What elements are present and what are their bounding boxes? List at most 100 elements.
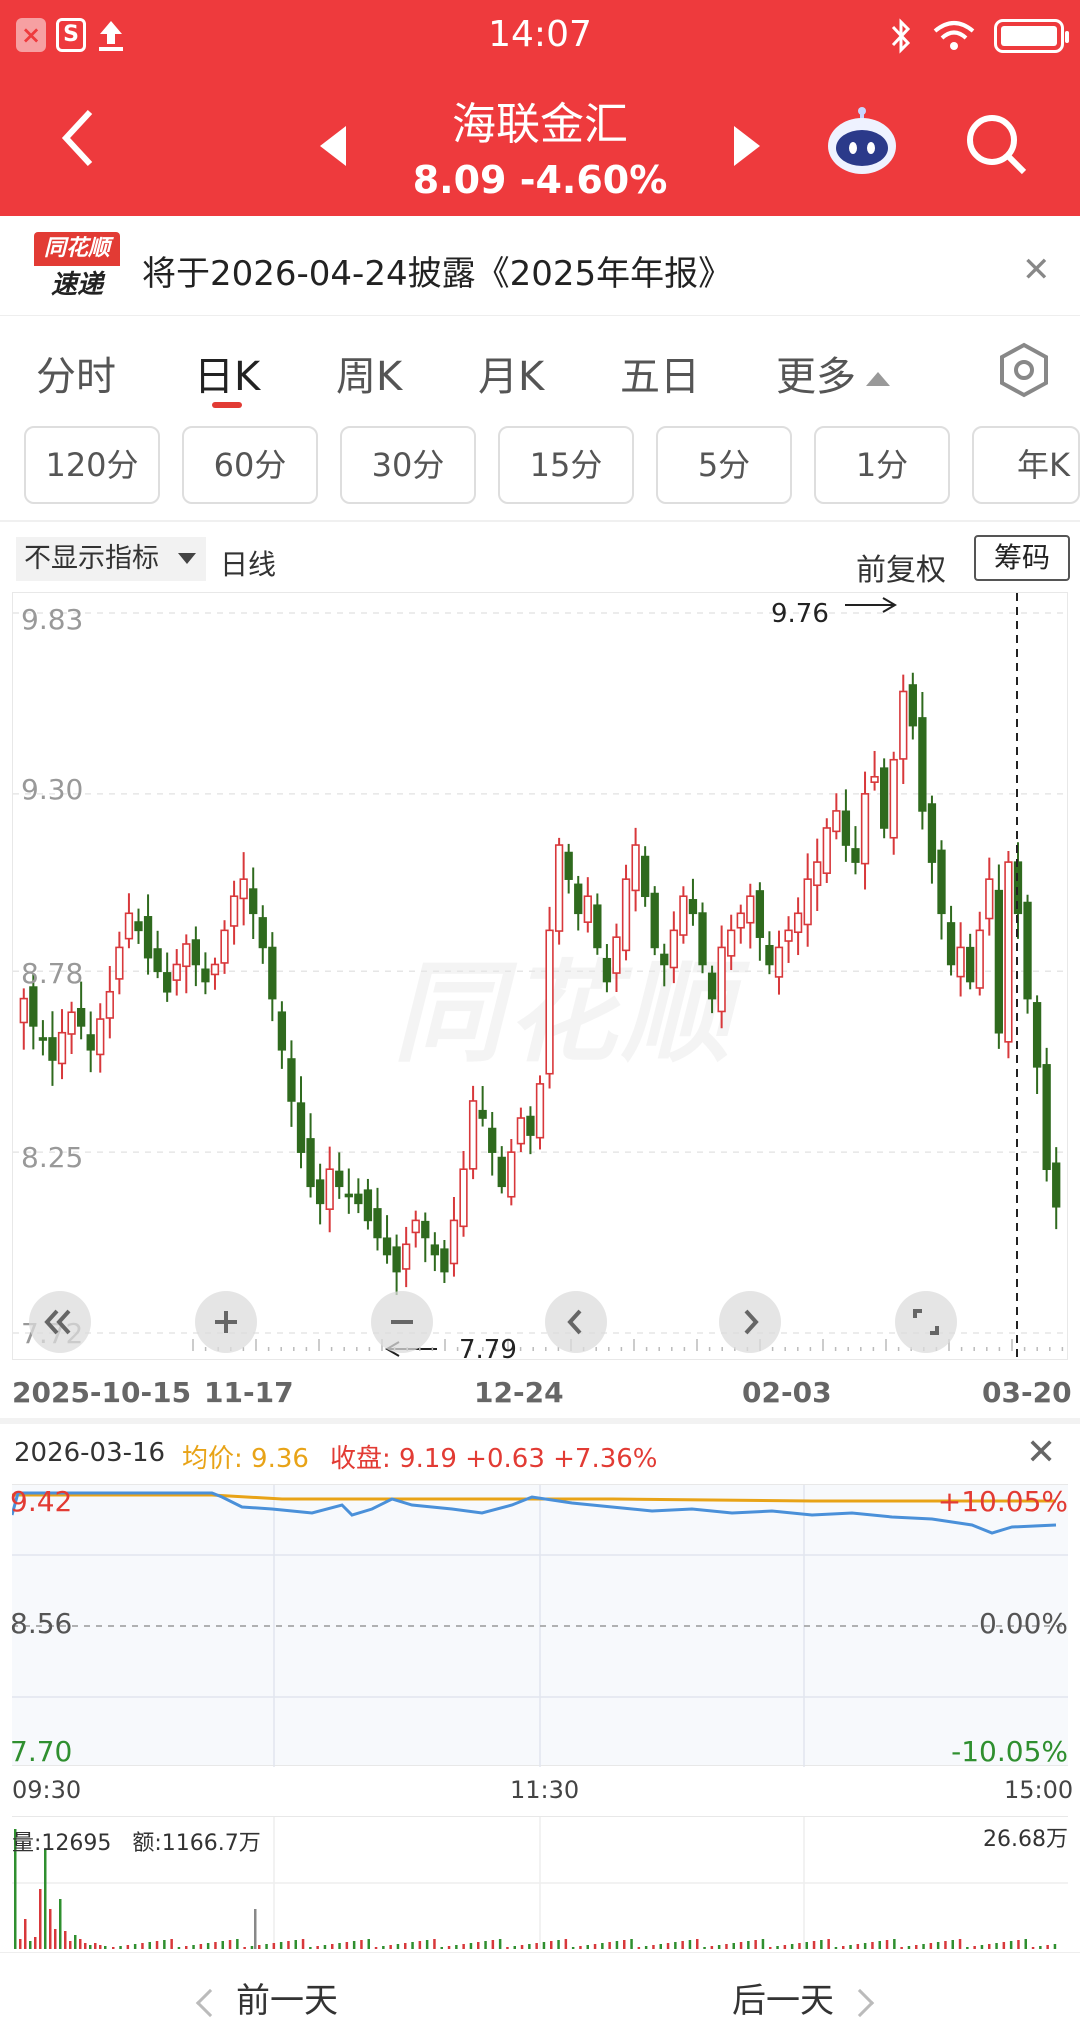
volume-text: 量:12695 额:1166.7万 bbox=[12, 1825, 261, 1857]
volume-bar bbox=[64, 1931, 67, 1949]
volume-bar bbox=[783, 1945, 787, 1949]
search-icon[interactable] bbox=[964, 112, 1028, 176]
period-chip[interactable]: 30分 bbox=[340, 426, 476, 504]
period-chip[interactable]: 60分 bbox=[182, 426, 318, 504]
volume-bar bbox=[579, 1946, 582, 1949]
volume-bar bbox=[688, 1940, 692, 1949]
candle bbox=[994, 889, 1004, 1034]
candle bbox=[899, 690, 908, 760]
detail-info-row: 2026-03-16 均价: 9.36 收盘: 9.19 +0.63 +7.36… bbox=[0, 1432, 1080, 1476]
candle bbox=[105, 990, 114, 1019]
volume-bar bbox=[491, 1940, 495, 1949]
candle bbox=[306, 1138, 315, 1188]
next-day-button[interactable]: 后一天 bbox=[732, 1973, 875, 2022]
candle bbox=[153, 948, 162, 973]
period-chip[interactable]: 年K bbox=[972, 426, 1080, 504]
detail-close-icon[interactable]: ✕ bbox=[1026, 1432, 1056, 1473]
fullscreen-button[interactable] bbox=[895, 1291, 957, 1353]
candle bbox=[535, 1083, 545, 1139]
candle bbox=[182, 943, 191, 968]
notice-banner[interactable]: 同花顺 速递 将于2026-04-24披露《2025年年报》 ✕ bbox=[0, 216, 1080, 316]
candle bbox=[268, 946, 277, 1000]
price-mid: 8.56 bbox=[10, 1607, 73, 1640]
candle bbox=[392, 1246, 401, 1273]
volume-bar bbox=[155, 1941, 159, 1949]
next-stock-icon[interactable] bbox=[734, 126, 760, 166]
candle bbox=[516, 1117, 526, 1145]
volume-bar bbox=[418, 1941, 422, 1949]
period-chip[interactable]: 1分 bbox=[814, 426, 950, 504]
volume-bar bbox=[141, 1943, 144, 1949]
volume-bar bbox=[1039, 1946, 1042, 1949]
candle bbox=[1023, 901, 1032, 1000]
scroll-start-button[interactable] bbox=[29, 1291, 91, 1353]
caret-up-icon bbox=[866, 372, 890, 386]
period-chip[interactable]: 15分 bbox=[498, 426, 634, 504]
volume-bar bbox=[49, 1909, 52, 1949]
prev-day-button[interactable]: 前一天 bbox=[195, 1973, 338, 2022]
time-label: 09:30 bbox=[12, 1776, 82, 1804]
adjust-toggle[interactable]: 前复权 bbox=[856, 545, 946, 589]
volume-bar bbox=[74, 1935, 77, 1949]
tab-weekly-k[interactable]: 周K bbox=[336, 344, 402, 402]
tab-daily-k[interactable]: 日K bbox=[194, 344, 260, 402]
volume-bar bbox=[133, 1944, 137, 1949]
volume-bar bbox=[907, 1946, 911, 1949]
volume-bar bbox=[506, 1947, 509, 1949]
volume-bar bbox=[214, 1942, 217, 1949]
robot-assistant-icon[interactable] bbox=[822, 106, 902, 176]
candle bbox=[57, 1031, 67, 1065]
volume-bar bbox=[637, 1947, 641, 1949]
candle bbox=[870, 775, 879, 783]
candle bbox=[784, 929, 793, 942]
detail-avg-price: 均价: 9.36 bbox=[182, 1444, 309, 1474]
volume-bar bbox=[900, 1947, 903, 1949]
indicator-select[interactable]: 不显示指标 bbox=[16, 537, 206, 581]
tab-intraday[interactable]: 分时 bbox=[36, 344, 116, 402]
candle bbox=[918, 717, 927, 812]
notice-close-icon[interactable]: ✕ bbox=[1022, 250, 1051, 290]
candle bbox=[468, 1100, 478, 1170]
tab-more[interactable]: 更多 bbox=[776, 344, 890, 402]
volume-bar bbox=[236, 1939, 239, 1949]
volume-bar bbox=[206, 1943, 210, 1949]
period-chip[interactable]: 120分 bbox=[24, 426, 160, 504]
volume-bar bbox=[542, 1942, 546, 1949]
candle bbox=[545, 929, 554, 1075]
volume-bar bbox=[681, 1941, 684, 1949]
chip-distribution-button[interactable]: 筹码 bbox=[974, 535, 1070, 581]
volume-bar bbox=[615, 1941, 619, 1949]
zoom-in-button[interactable] bbox=[195, 1291, 257, 1353]
kline-chart[interactable]: 同花顺 9.83 9.30 8.78 8.25 7.72 9.76 7.79 bbox=[12, 592, 1069, 1365]
stock-price-change: 8.09 -4.60% bbox=[412, 158, 668, 202]
zoom-out-button[interactable] bbox=[371, 1291, 433, 1353]
volume-bar bbox=[126, 1945, 130, 1949]
volume-bar bbox=[717, 1945, 721, 1949]
candle bbox=[660, 953, 669, 966]
tab-monthly-k[interactable]: 月K bbox=[478, 344, 544, 402]
candle bbox=[832, 810, 841, 833]
volume-bar bbox=[805, 1942, 808, 1949]
date-label: 11-17 bbox=[204, 1376, 294, 1409]
settings-hexagon-icon[interactable] bbox=[996, 342, 1052, 398]
candle bbox=[574, 883, 583, 915]
volume-bar bbox=[798, 1943, 801, 1949]
y-axis-label: 9.30 bbox=[21, 773, 84, 806]
volume-bar bbox=[279, 1942, 283, 1949]
time-label: 11:30 bbox=[510, 1776, 580, 1804]
volume-bar bbox=[834, 1947, 838, 1949]
period-chip[interactable]: 5分 bbox=[656, 426, 792, 504]
battery-icon bbox=[994, 19, 1069, 53]
scroll-right-button[interactable] bbox=[719, 1291, 781, 1353]
volume-bar bbox=[623, 1940, 626, 1949]
scroll-left-button[interactable] bbox=[545, 1291, 607, 1353]
candle bbox=[564, 851, 573, 880]
volume-bar bbox=[725, 1944, 728, 1949]
volume-bar bbox=[944, 1941, 947, 1949]
candle bbox=[277, 1011, 287, 1051]
volume-bar bbox=[827, 1939, 830, 1949]
tab-five-day[interactable]: 五日 bbox=[620, 344, 700, 402]
volume-bar bbox=[593, 1944, 597, 1949]
volume-bar bbox=[425, 1940, 429, 1949]
candle bbox=[335, 1170, 344, 1188]
